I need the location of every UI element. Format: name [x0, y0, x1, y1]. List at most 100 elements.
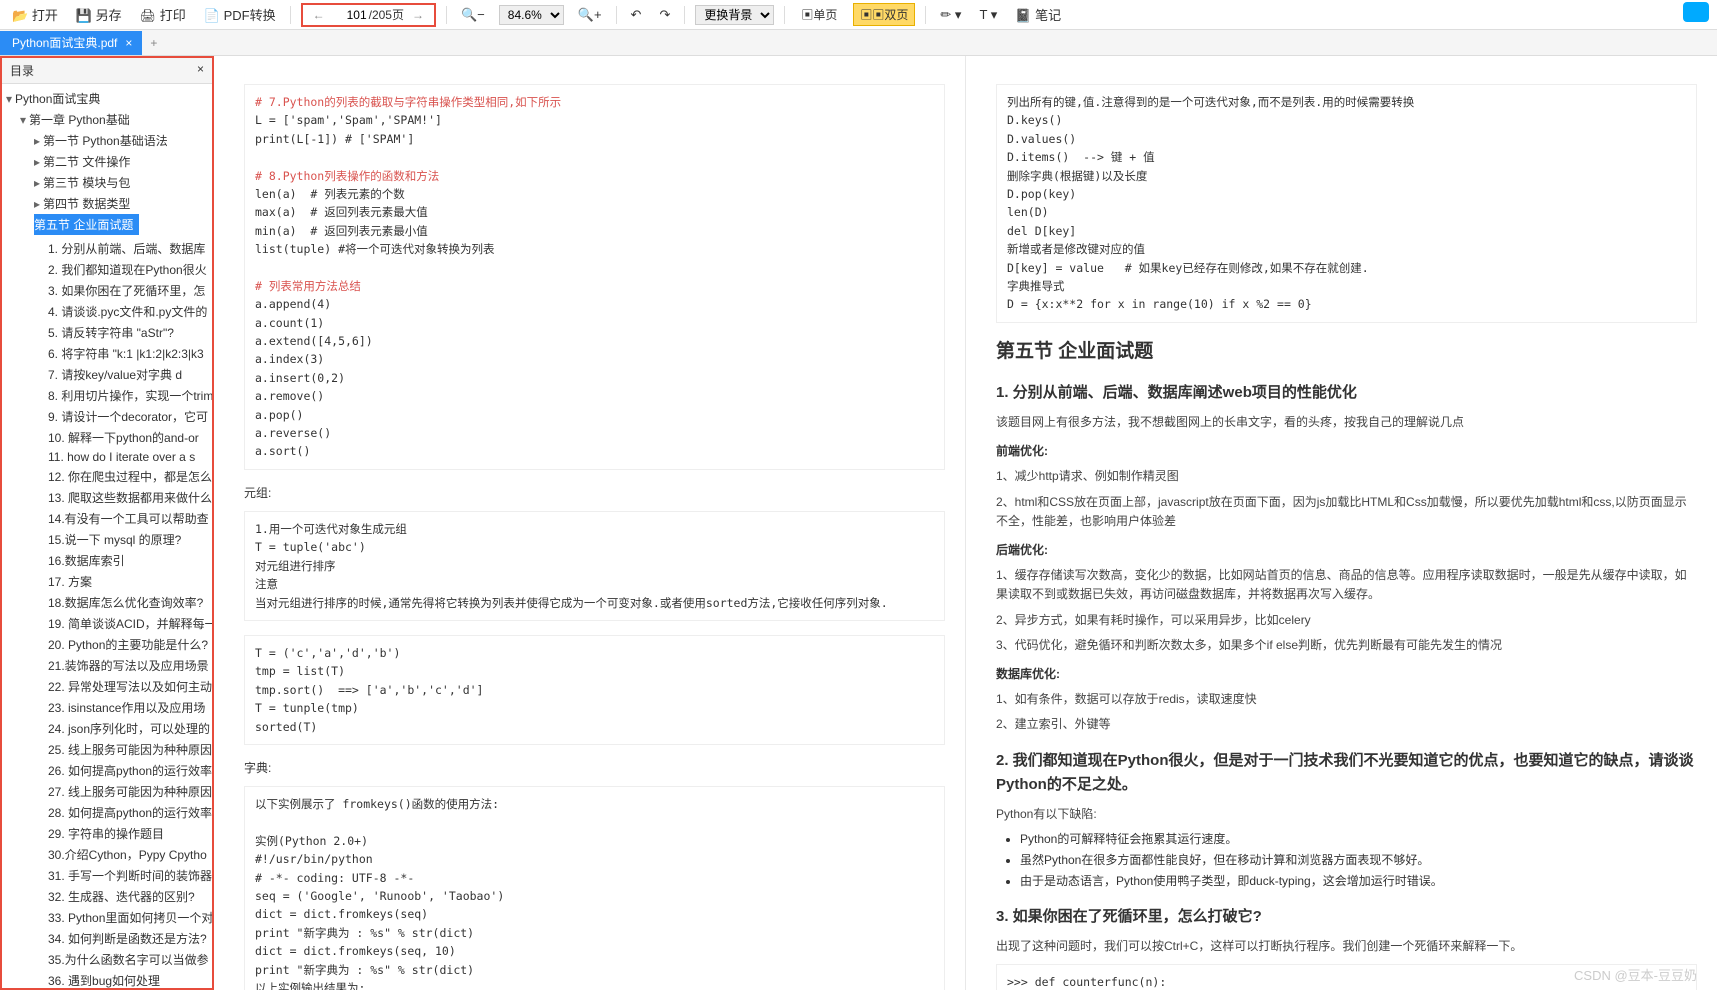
tree-section[interactable]: ▸第三节 模块与包 — [6, 172, 212, 193]
rotate-right-button[interactable]: ↷ — [655, 5, 674, 25]
tree-section[interactable]: ▸第一节 Python基础语法 — [6, 130, 212, 151]
zoom-in-button[interactable]: 🔍+ — [574, 5, 606, 25]
tree-leaf[interactable]: 14.有没有一个工具可以帮助查 — [6, 508, 212, 529]
tree-section-selected[interactable]: 第五节 企业面试题 — [34, 214, 139, 235]
tree-chapter[interactable]: ▾第一章 Python基础 — [6, 109, 212, 130]
q1-title: 1. 分别从前端、后端、数据库阐述web项目的性能优化 — [996, 381, 1697, 405]
code-block: 列出所有的键,值.注意得到的是一个可迭代对象,而不是列表.用的时候需要转换 D.… — [996, 84, 1697, 323]
paragraph: 2、异步方式，如果有耗时操作，可以采用异步，比如celery — [996, 611, 1697, 630]
tree-section[interactable]: ▸第四节 数据类型 — [6, 193, 212, 214]
tree-leaf[interactable]: 12. 你在爬虫过程中，都是怎么 — [6, 466, 212, 487]
rotate-left-button[interactable]: ↶ — [627, 5, 646, 25]
tree-leaf[interactable]: 36. 遇到bug如何处理 — [6, 970, 212, 990]
tree-leaf[interactable]: 29. 字符串的操作题目 — [6, 823, 212, 844]
outline-sidebar: 目录× ▾Python面试宝典 ▾第一章 Python基础 ▸第一节 Pytho… — [0, 56, 214, 990]
section-title: 第五节 企业面试题 — [996, 337, 1697, 367]
paragraph: 该题目网上有很多方法，我不想截图网上的长串文字，看的头疼，按我自己的理解说几点 — [996, 413, 1697, 432]
tree-leaf[interactable]: 7. 请按key/value对字典 d — [6, 364, 212, 385]
page-right: 列出所有的键,值.注意得到的是一个可迭代对象,而不是列表.用的时候需要转换 D.… — [966, 56, 1717, 990]
prev-page-button[interactable]: ← — [307, 8, 331, 22]
dict-label: 字典: — [244, 759, 945, 778]
tree-leaf[interactable]: 19. 简单谈谈ACID，并解释每一 — [6, 613, 212, 634]
code-block: # 7.Python的列表的截取与字符串操作类型相同,如下所示 L = ['sp… — [244, 84, 945, 470]
pdf-convert-button[interactable]: 📄 PDF转换 — [200, 3, 280, 26]
tuple-label: 元组: — [244, 484, 945, 503]
page-input[interactable] — [333, 8, 367, 22]
paragraph: Python有以下缺陷: — [996, 805, 1697, 824]
tree-leaf[interactable]: 28. 如何提高python的运行效率 — [6, 802, 212, 823]
add-tab-button[interactable]: + — [142, 36, 165, 50]
tree-root[interactable]: ▾Python面试宝典 — [6, 88, 212, 109]
q2-title: 2. 我们都知道现在Python很火，但是对于一门技术我们不光要知道它的优点，也… — [996, 749, 1697, 797]
close-tab-icon[interactable]: × — [125, 36, 132, 50]
extension-icon[interactable] — [1683, 2, 1709, 22]
list-item: 虽然Python在很多方面都性能良好，但在移动计算和浏览器方面表现不够好。 — [1020, 851, 1697, 870]
zoom-out-button[interactable]: 🔍− — [457, 5, 489, 25]
code-block: 1.用一个可迭代对象生成元组 T = tuple('abc') 对元组进行排序 … — [244, 511, 945, 621]
tree-leaf[interactable]: 25. 线上服务可能因为种种原因 — [6, 739, 212, 760]
tree-leaf[interactable]: 10. 解释一下python的and-or — [6, 427, 212, 448]
paragraph: 1、如有条件，数据可以存放于redis，读取速度快 — [996, 690, 1697, 709]
tab-bar: Python面试宝典.pdf × + — [0, 30, 1717, 56]
background-select[interactable]: 更换背景 — [695, 5, 774, 25]
tree-leaf[interactable]: 1. 分别从前端、后端、数据库 — [6, 238, 212, 259]
tree-leaf[interactable]: 27. 线上服务可能因为种种原因 — [6, 781, 212, 802]
single-page-button[interactable]: ▣单页 — [795, 4, 843, 25]
highlight-button[interactable]: ✏ ▾ — [936, 5, 965, 25]
tree-leaf[interactable]: 35.为什么函数名字可以当做参 — [6, 949, 212, 970]
database-label: 数据库优化: — [996, 665, 1697, 684]
document-tab[interactable]: Python面试宝典.pdf × — [0, 31, 142, 55]
tab-label: Python面试宝典.pdf — [12, 34, 117, 51]
save-button[interactable]: 💾 另存 — [72, 3, 126, 26]
q3-title: 3. 如果你困在了死循环里，怎么打破它? — [996, 905, 1697, 929]
backend-label: 后端优化: — [996, 541, 1697, 560]
tree-leaf[interactable]: 30.介绍Cython，Pypy Cpytho — [6, 844, 212, 865]
code-block: T = ('c','a','d','b') tmp = list(T) tmp.… — [244, 635, 945, 745]
page-nav: ← /205页 → — [301, 3, 436, 27]
tree-leaf[interactable]: 5. 请反转字符串 "aStr"? — [6, 322, 212, 343]
tree-leaf[interactable]: 4. 请谈谈.pyc文件和.py文件的 — [6, 301, 212, 322]
tree-leaf[interactable]: 13. 爬取这些数据都用来做什么 — [6, 487, 212, 508]
tree-leaf[interactable]: 20. Python的主要功能是什么? — [6, 634, 212, 655]
paragraph: 出现了这种问题时，我们可以按Ctrl+C，这样可以打断执行程序。我们创建一个死循… — [996, 937, 1697, 956]
tree-leaf[interactable]: 17. 方案 — [6, 571, 212, 592]
tree-leaf[interactable]: 18.数据库怎么优化查询效率? — [6, 592, 212, 613]
tree-leaf[interactable]: 6. 将字符串 "k:1 |k1:2|k2:3|k3 — [6, 343, 212, 364]
tree-leaf[interactable]: 24. json序列化时，可以处理的 — [6, 718, 212, 739]
paragraph: 1、减少http请求、例如制作精灵图 — [996, 467, 1697, 486]
watermark: CSDN @豆本-豆豆奶 — [1574, 965, 1697, 984]
tree-leaf[interactable]: 32. 生成器、迭代器的区别? — [6, 886, 212, 907]
tree-leaf[interactable]: 34. 如何判断是函数还是方法? — [6, 928, 212, 949]
page-viewport: # 7.Python的列表的截取与字符串操作类型相同,如下所示 L = ['sp… — [214, 56, 1717, 990]
tree-leaf[interactable]: 21.装饰器的写法以及应用场景 — [6, 655, 212, 676]
double-page-button[interactable]: ▣▣双页 — [853, 3, 915, 26]
frontend-label: 前端优化: — [996, 442, 1697, 461]
tree-section[interactable]: ▸第二节 文件操作 — [6, 151, 212, 172]
zoom-select[interactable]: 84.6% — [499, 5, 564, 25]
tree-leaf[interactable]: 8. 利用切片操作，实现一个trim — [6, 385, 212, 406]
note-button[interactable]: 📓 笔记 — [1011, 3, 1065, 26]
bullet-list: Python的可解释特征会拖累其运行速度。 虽然Python在很多方面都性能良好… — [996, 830, 1697, 892]
tree-leaf[interactable]: 15.说一下 mysql 的原理? — [6, 529, 212, 550]
main-toolbar: 📂 打开 💾 另存 🖨 打印 📄 PDF转换 ← /205页 → 🔍− 84.6… — [0, 0, 1717, 30]
tree-leaf[interactable]: 22. 异常处理写法以及如何主动 — [6, 676, 212, 697]
tree-leaf[interactable]: 23. isinstance作用以及应用场 — [6, 697, 212, 718]
print-button[interactable]: 🖨 打印 — [136, 3, 190, 26]
next-page-button[interactable]: → — [406, 8, 430, 22]
text-button[interactable]: T ▾ — [975, 5, 1001, 25]
paragraph: 1、缓存存储读写次数高，变化少的数据，比如网站首页的信息、商品的信息等。应用程序… — [996, 566, 1697, 604]
list-item: 由于是动态语言，Python使用鸭子类型，即duck-typing，这会增加运行… — [1020, 872, 1697, 891]
tree-leaf[interactable]: 31. 手写一个判断时间的装饰器 — [6, 865, 212, 886]
tree-leaf[interactable]: 11. how do I iterate over a s — [6, 448, 212, 466]
tree-leaf[interactable]: 33. Python里面如何拷贝一个对 — [6, 907, 212, 928]
tree-leaf[interactable]: 9. 请设计一个decorator，它可 — [6, 406, 212, 427]
sidebar-header: 目录× — [2, 58, 212, 84]
tree-leaf[interactable]: 2. 我们都知道现在Python很火 — [6, 259, 212, 280]
tree-leaf[interactable]: 16.数据库索引 — [6, 550, 212, 571]
close-sidebar-icon[interactable]: × — [197, 62, 204, 79]
tree-leaf[interactable]: 26. 如何提高python的运行效率 — [6, 760, 212, 781]
paragraph: 2、html和CSS放在页面上部，javascript放在页面下面，因为js加载… — [996, 493, 1697, 531]
tree-leaf[interactable]: 3. 如果你困在了死循环里，怎 — [6, 280, 212, 301]
page-total-label: /205页 — [369, 6, 404, 23]
open-button[interactable]: 📂 打开 — [8, 3, 62, 26]
